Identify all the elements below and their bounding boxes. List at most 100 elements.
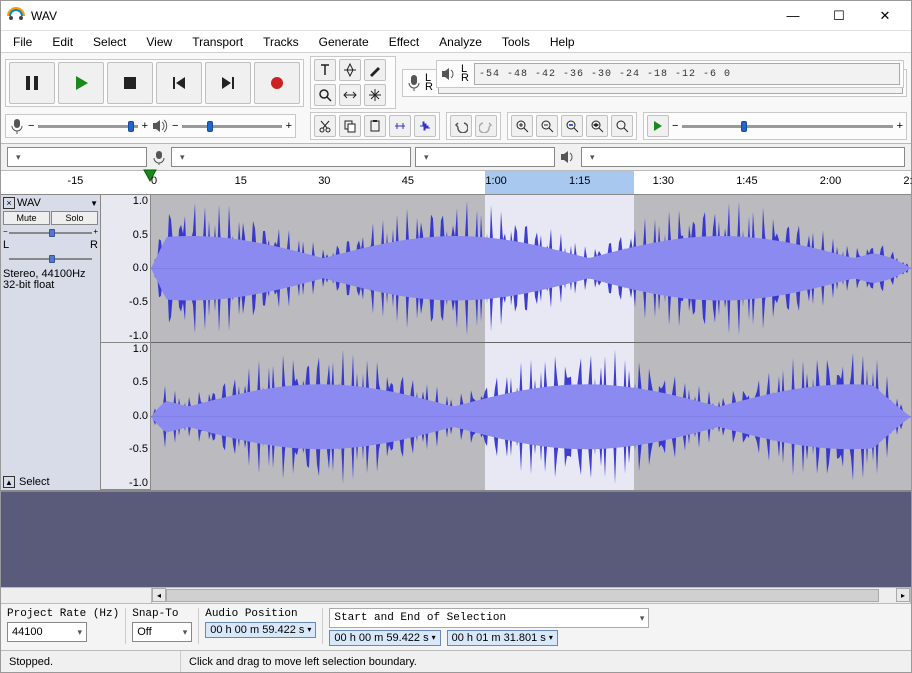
meter-channels-label: LR	[425, 74, 435, 92]
selection-end-field[interactable]: 00 h 01 m 31.801 s	[447, 630, 558, 646]
skip-end-button[interactable]	[205, 62, 251, 104]
track-collapse-button[interactable]: ▲	[3, 476, 15, 488]
selection-mode-combo[interactable]: Start and End of Selection	[329, 608, 649, 628]
maximize-button[interactable]: ☐	[829, 8, 849, 24]
zoom-in-button[interactable]	[511, 115, 533, 137]
paste-button[interactable]	[364, 115, 386, 137]
zoom-tool-button[interactable]	[314, 84, 336, 106]
meter-channels-label: LR	[461, 65, 471, 83]
menu-tools[interactable]: Tools	[496, 33, 536, 51]
track-select-button[interactable]: Select	[19, 476, 50, 488]
trim-button[interactable]	[389, 115, 411, 137]
track-name: WAV	[17, 197, 88, 209]
track-control-panel: × WAV ▼ Mute Solo −+ LR Stereo, 44100Hz …	[1, 195, 101, 490]
play-at-speed-button[interactable]	[647, 115, 669, 137]
toolbars: LR -54 -48 - Click to Start Monitoring 8…	[1, 53, 911, 144]
waveform-canvas[interactable]	[151, 195, 911, 490]
track-sample-format: 32-bit float	[3, 280, 98, 291]
timeshift-tool-button[interactable]	[339, 84, 361, 106]
status-state: Stopped.	[1, 651, 181, 672]
minimize-button[interactable]: —	[783, 8, 803, 24]
fit-project-button[interactable]	[586, 115, 608, 137]
zoom-toolbar	[507, 112, 637, 140]
solo-button[interactable]: Solo	[51, 211, 98, 225]
record-volume-slider[interactable]: −+	[28, 120, 148, 132]
menu-select[interactable]: Select	[87, 33, 132, 51]
zoom-out-button[interactable]	[536, 115, 558, 137]
silence-button[interactable]	[414, 115, 436, 137]
title-bar: WAV — ☐ ✕	[1, 1, 911, 31]
stop-button[interactable]	[107, 62, 153, 104]
menu-effect[interactable]: Effect	[383, 33, 425, 51]
multi-tool-button[interactable]	[364, 84, 386, 106]
mixer-toolbar: −+ −+	[5, 114, 296, 138]
pause-button[interactable]	[9, 62, 55, 104]
window-title: WAV	[31, 9, 783, 23]
playback-meter-group: LR -54 -48 -42 -36 -30 -24 -18 -12 -6 0	[436, 60, 904, 88]
scroll-right-button[interactable]: ▸	[896, 588, 910, 602]
timeline-ruler[interactable]: -15 0 15 30 45 1:00 1:15 1:30 1:45 2:00 …	[1, 171, 911, 195]
scroll-left-button[interactable]: ◂	[152, 588, 166, 602]
menu-edit[interactable]: Edit	[46, 33, 79, 51]
selection-tool-button[interactable]	[314, 59, 336, 81]
play-at-speed-toolbar: −+	[643, 112, 907, 140]
project-rate-combo[interactable]: 44100	[7, 622, 87, 642]
speaker-icon	[151, 118, 169, 134]
undo-toolbar	[446, 112, 501, 140]
audio-position-field[interactable]: 00 h 00 m 59.422 s	[205, 622, 316, 638]
edit-toolbar	[310, 112, 440, 140]
close-button[interactable]: ✕	[875, 8, 895, 24]
audio-host-combo[interactable]	[7, 147, 147, 167]
envelope-tool-button[interactable]	[339, 59, 361, 81]
playback-meter[interactable]: -54 -48 -42 -36 -30 -24 -18 -12 -6 0	[474, 63, 900, 85]
horizontal-scrollbar[interactable]: ◂ ▸	[1, 587, 911, 603]
track-row: × WAV ▼ Mute Solo −+ LR Stereo, 44100Hz …	[1, 195, 911, 492]
menu-analyze[interactable]: Analyze	[433, 33, 488, 51]
selection-toolbar: Project Rate (Hz) 44100 Snap-To Off Audi…	[1, 603, 911, 650]
menu-file[interactable]: File	[7, 33, 38, 51]
vertical-scale[interactable]: 1.00.50.0-0.5-1.0 1.00.50.0-0.5-1.0	[101, 195, 151, 490]
snap-label: Snap-To	[132, 608, 192, 620]
skip-start-button[interactable]	[156, 62, 202, 104]
draw-tool-button[interactable]	[364, 59, 386, 81]
playback-volume-slider[interactable]: −+	[172, 120, 292, 132]
snap-combo[interactable]: Off	[132, 622, 192, 642]
menu-transport[interactable]: Transport	[186, 33, 249, 51]
record-button[interactable]	[254, 62, 300, 104]
speaker-icon	[440, 66, 458, 82]
zoom-selection-button[interactable]	[561, 115, 583, 137]
playback-device-combo[interactable]	[581, 147, 905, 167]
mute-button[interactable]: Mute	[3, 211, 50, 225]
track-gain-slider[interactable]: −+	[3, 227, 98, 239]
play-button[interactable]	[58, 62, 104, 104]
record-device-combo[interactable]	[171, 147, 411, 167]
device-toolbar	[1, 144, 911, 171]
status-bar: Stopped. Click and drag to move left sel…	[1, 650, 911, 672]
microphone-icon	[406, 73, 422, 93]
redo-button[interactable]	[475, 115, 497, 137]
selection-start-field[interactable]: 00 h 00 m 59.422 s	[329, 630, 440, 646]
menu-help[interactable]: Help	[544, 33, 581, 51]
cut-button[interactable]	[314, 115, 336, 137]
empty-tracks-area[interactable]	[1, 492, 911, 587]
track-pan-slider[interactable]	[3, 253, 98, 265]
app-icon	[7, 7, 25, 25]
track-close-button[interactable]: ×	[3, 197, 15, 209]
menu-generate[interactable]: Generate	[313, 33, 375, 51]
speaker-icon	[559, 149, 577, 165]
menu-tracks[interactable]: Tracks	[257, 33, 305, 51]
playback-speed-slider[interactable]: −+	[672, 120, 903, 132]
zoom-toggle-button[interactable]	[611, 115, 633, 137]
audio-position-label: Audio Position	[205, 608, 316, 620]
microphone-icon	[9, 117, 25, 135]
scrollbar-thumb[interactable]	[166, 589, 879, 602]
undo-button[interactable]	[450, 115, 472, 137]
record-channels-combo[interactable]	[415, 147, 555, 167]
tools-toolbar	[310, 56, 396, 109]
status-hint: Click and drag to move left selection bo…	[181, 651, 911, 672]
copy-button[interactable]	[339, 115, 361, 137]
menu-view[interactable]: View	[140, 33, 178, 51]
track-menu-button[interactable]: ▼	[90, 199, 98, 208]
menu-bar: File Edit Select View Transport Tracks G…	[1, 31, 911, 53]
microphone-icon	[151, 149, 167, 165]
